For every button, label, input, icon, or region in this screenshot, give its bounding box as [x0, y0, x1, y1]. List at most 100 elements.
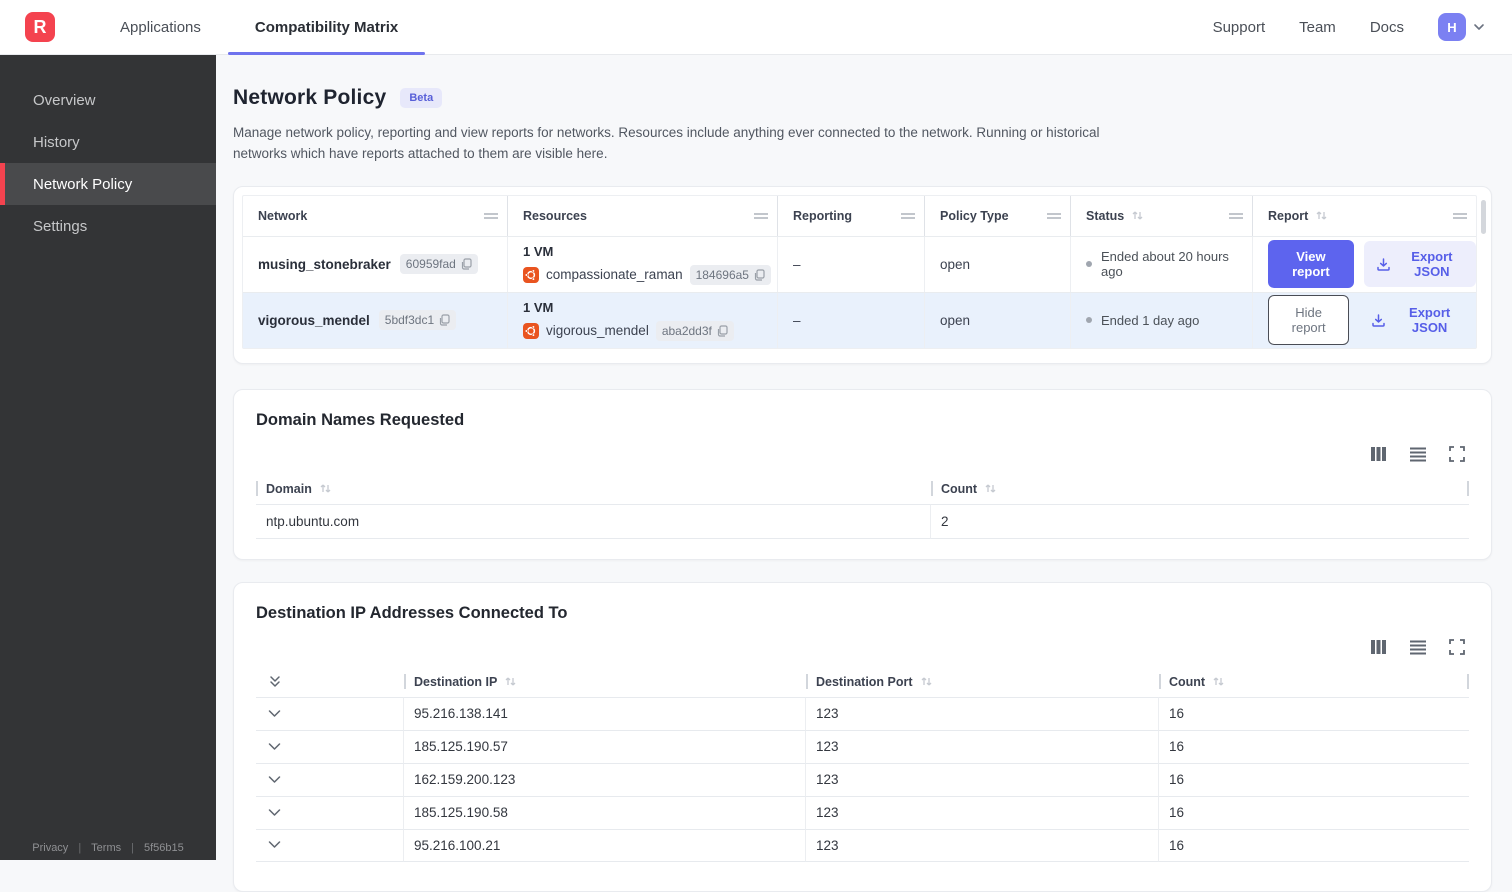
- resource-name: vigorous_mendel: [546, 323, 649, 339]
- col-header-status[interactable]: Status: [1071, 195, 1253, 236]
- destination-ip-cell: 95.216.138.141: [404, 696, 806, 730]
- avatar[interactable]: H: [1438, 13, 1466, 41]
- sort-icon[interactable]: [1131, 209, 1144, 222]
- row-expand-chevron-icon[interactable]: [256, 795, 404, 829]
- expand-all-icon[interactable]: [256, 667, 404, 697]
- col-header-report[interactable]: Report: [1253, 196, 1476, 236]
- policy-type-cell: open: [925, 236, 1071, 292]
- reporting-cell: –: [778, 236, 925, 292]
- destination-row[interactable]: 185.125.190.57 123 16: [256, 729, 1469, 763]
- section-title: Destination IP Addresses Connected To: [256, 603, 568, 622]
- sidebar: Overview History Network Policy Settings…: [0, 55, 216, 860]
- sidebar-item-history[interactable]: History: [0, 121, 216, 163]
- support-link[interactable]: Support: [1213, 19, 1266, 36]
- destination-row[interactable]: 95.216.138.141 123 16: [256, 696, 1469, 730]
- sidebar-item-settings[interactable]: Settings: [0, 205, 216, 247]
- row-expand-chevron-icon[interactable]: [256, 729, 404, 763]
- network-cell: vigorous_mendel 5bdf3dc1: [243, 292, 508, 348]
- hide-report-button[interactable]: Hide report: [1268, 295, 1350, 346]
- sort-icon[interactable]: [1315, 209, 1328, 222]
- sort-icon[interactable]: [920, 675, 933, 688]
- col-header-domain[interactable]: Domain: [256, 474, 931, 504]
- rows-density-icon[interactable]: [1409, 639, 1427, 655]
- network-cell: musing_stonebraker 60959fad: [243, 236, 508, 292]
- domain-row[interactable]: ntp.ubuntu.com 2: [256, 503, 1469, 539]
- column-resize-handle-icon[interactable]: [483, 211, 499, 221]
- table-scrollbar[interactable]: [1481, 199, 1486, 234]
- page-description: Manage network policy, reporting and vie…: [233, 125, 1100, 161]
- columns-icon[interactable]: [1370, 446, 1387, 462]
- network-row[interactable]: vigorous_mendel 5bdf3dc1 1 VM vigorous_m…: [243, 291, 1476, 348]
- column-resize-handle-icon[interactable]: [753, 211, 769, 221]
- network-row[interactable]: musing_stonebraker 60959fad 1 VM compass…: [243, 235, 1476, 292]
- destination-row[interactable]: 95.216.100.21 123 16: [256, 828, 1469, 862]
- terms-link[interactable]: Terms: [91, 842, 121, 854]
- fullscreen-icon[interactable]: [1449, 638, 1465, 655]
- fullscreen-icon[interactable]: [1449, 445, 1465, 462]
- resource-hash-badge[interactable]: 184696a5: [689, 264, 771, 285]
- sort-icon[interactable]: [504, 675, 517, 688]
- docs-link[interactable]: Docs: [1370, 19, 1404, 36]
- sort-icon[interactable]: [1212, 675, 1225, 688]
- row-expand-chevron-icon[interactable]: [256, 696, 404, 730]
- copy-icon[interactable]: [439, 314, 450, 326]
- column-resize-handle-icon[interactable]: [900, 211, 916, 221]
- col-header-count[interactable]: Count: [931, 474, 1469, 504]
- topbar-right-links: Support Team Docs H: [1213, 13, 1486, 41]
- copy-icon[interactable]: [461, 258, 472, 270]
- sort-icon[interactable]: [984, 482, 997, 495]
- team-link[interactable]: Team: [1299, 19, 1336, 36]
- build-hash: 5f56b15: [143, 842, 184, 854]
- row-expand-chevron-icon[interactable]: [256, 828, 404, 862]
- destination-ip-cell: 185.125.190.58: [404, 795, 806, 829]
- destination-port-cell: 123: [806, 729, 1159, 763]
- column-resize-handle-icon[interactable]: [1452, 211, 1468, 221]
- sidebar-item-overview[interactable]: Overview: [0, 79, 216, 121]
- network-hash-badge[interactable]: 5bdf3dc1: [378, 310, 457, 331]
- export-json-button[interactable]: Export JSON: [1363, 241, 1476, 288]
- network-hash-badge[interactable]: 60959fad: [399, 254, 478, 275]
- resource-count: 1 VM: [523, 299, 554, 315]
- col-header-destination-port[interactable]: Destination Port: [806, 667, 1159, 697]
- col-header-reporting[interactable]: Reporting: [778, 195, 925, 236]
- view-report-button[interactable]: View report: [1268, 240, 1354, 289]
- sidebar-item-network-policy[interactable]: Network Policy: [0, 163, 216, 205]
- col-header-policy-type[interactable]: Policy Type: [925, 195, 1071, 236]
- networks-table-header: Network Resources Reporting Policy Type: [243, 195, 1476, 236]
- col-header-destination-ip[interactable]: Destination IP: [404, 667, 806, 697]
- destination-port-cell: 123: [806, 762, 1159, 796]
- columns-icon[interactable]: [1370, 639, 1387, 655]
- download-icon: [1371, 313, 1386, 328]
- col-header-network[interactable]: Network: [243, 195, 508, 236]
- count-cell: 16: [1159, 696, 1469, 730]
- destination-row[interactable]: 162.159.200.123 123 16: [256, 762, 1469, 796]
- column-resize-handle-icon[interactable]: [1228, 211, 1244, 221]
- export-json-button[interactable]: Export JSON: [1359, 297, 1476, 343]
- column-resize-handle-icon[interactable]: [1046, 211, 1062, 221]
- sort-icon[interactable]: [319, 482, 332, 495]
- resources-cell: 1 VM compassionate_raman 184696a5: [508, 236, 778, 292]
- privacy-link[interactable]: Privacy: [32, 842, 68, 854]
- resource-hash-badge[interactable]: aba2dd3f: [655, 320, 734, 341]
- user-menu[interactable]: H: [1438, 13, 1486, 41]
- count-cell: 2: [931, 503, 1469, 539]
- reporting-cell: –: [778, 292, 925, 348]
- tab-applications[interactable]: Applications: [93, 0, 228, 54]
- chevron-down-icon: [1472, 20, 1486, 34]
- tab-compatibility-matrix[interactable]: Compatibility Matrix: [227, 0, 426, 55]
- destination-port-cell: 123: [806, 828, 1159, 862]
- copy-icon[interactable]: [717, 325, 728, 337]
- app-logo[interactable]: R: [25, 12, 55, 42]
- resources-cell: 1 VM vigorous_mendel aba2dd3f: [508, 292, 778, 348]
- copy-icon[interactable]: [754, 269, 765, 281]
- col-header-resources[interactable]: Resources: [508, 195, 778, 236]
- domain-cell: ntp.ubuntu.com: [256, 503, 931, 539]
- rows-density-icon[interactable]: [1409, 446, 1427, 462]
- beta-badge: Beta: [400, 88, 443, 108]
- row-expand-chevron-icon[interactable]: [256, 762, 404, 796]
- destinations-table-header: Destination IP Destination Port Count: [256, 667, 1469, 697]
- destination-row[interactable]: 185.125.190.58 123 16: [256, 795, 1469, 829]
- destination-ip-cell: 95.216.100.21: [404, 828, 806, 862]
- networks-card: Network Resources Reporting Policy Type: [233, 185, 1492, 364]
- col-header-count[interactable]: Count: [1159, 667, 1469, 697]
